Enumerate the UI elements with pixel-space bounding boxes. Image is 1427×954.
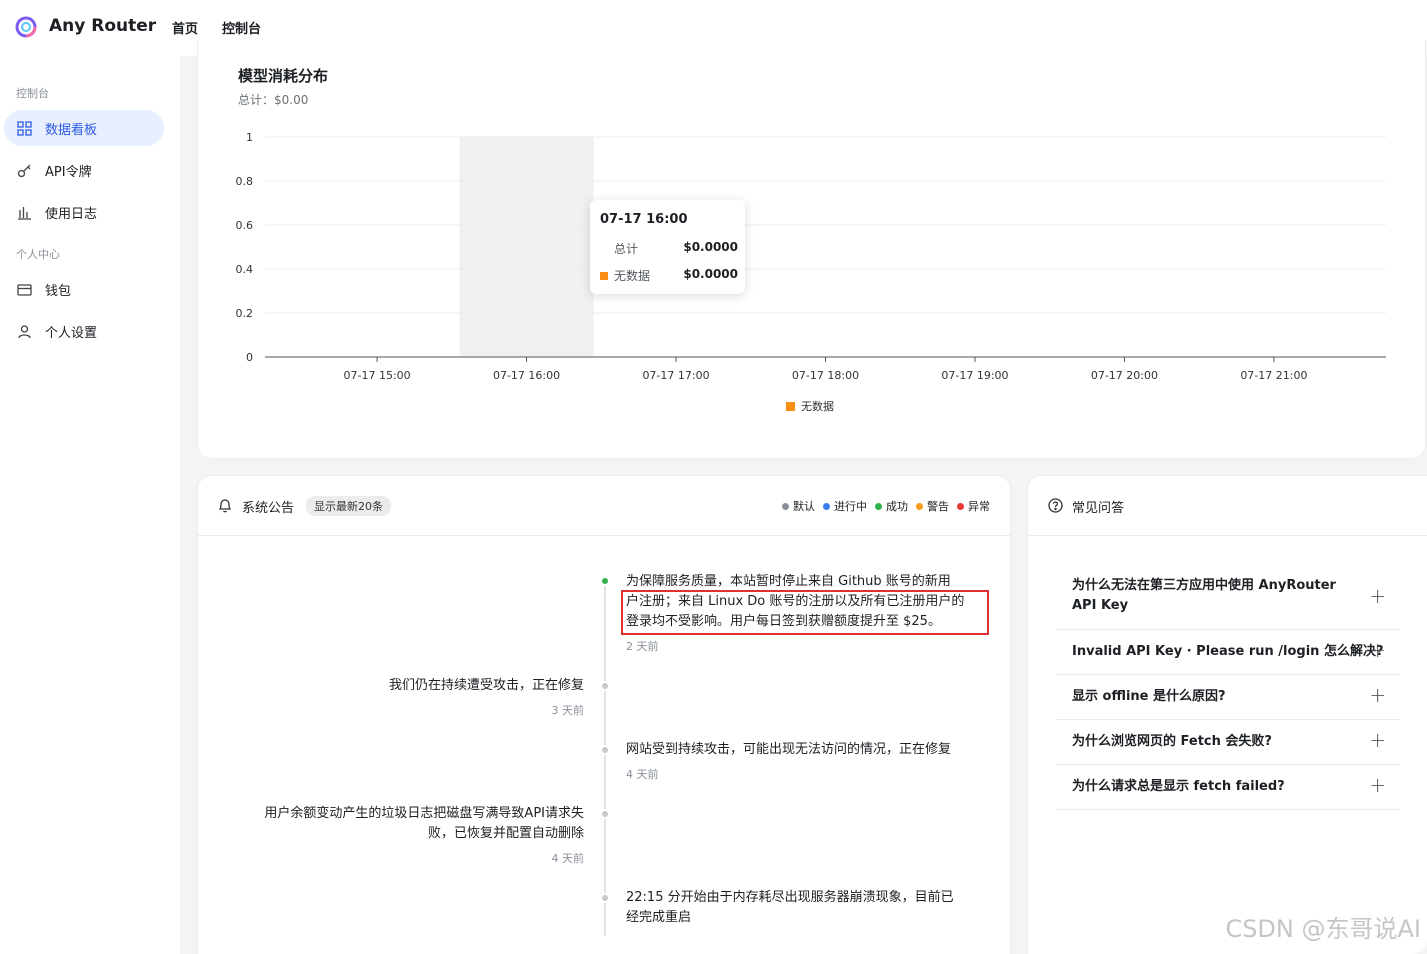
y-tick-label: 0.8 xyxy=(236,175,254,188)
y-tick-label: 0.4 xyxy=(236,263,254,276)
faq-question: 为什么浏览网页的 Fetch 会失败? xyxy=(1072,734,1272,749)
user-icon xyxy=(16,323,32,339)
legend-in-progress: 进行中 xyxy=(823,498,867,514)
brand-name[interactable]: Any Router xyxy=(49,16,156,36)
x-tick-label: 07-17 16:00 xyxy=(493,369,560,382)
legend-error: 异常 xyxy=(957,498,990,514)
announcement-item: 用户余额变动产生的垃圾日志把磁盘写满导致API请求失 败，已恢复并配置自动删除 xyxy=(264,806,584,841)
timeline-axis xyxy=(604,584,606,936)
announcements-title: 系统公告 xyxy=(242,501,295,516)
tooltip-row-nodata: 无数据 $0.0000 xyxy=(600,267,738,284)
sidebar-item-wallet[interactable]: 钱包 xyxy=(4,271,164,307)
chart-tooltip: 07-17 16:00 总计 $0.0000 无数据 $0.0000 xyxy=(590,200,745,294)
sidebar-item-dashboard[interactable]: 数据看板 xyxy=(4,110,164,146)
grid-icon xyxy=(16,120,32,136)
faq-question: Invalid API Key · Please run /login 怎么解决… xyxy=(1072,644,1384,659)
x-tick-label: 07-17 15:00 xyxy=(344,369,411,382)
announcement-time: 3 天前 xyxy=(551,704,585,717)
timeline-dot-default xyxy=(600,893,610,903)
legend-swatch xyxy=(786,402,795,411)
y-tick-label: 0 xyxy=(246,351,253,364)
sidebar-item-label: 数据看板 xyxy=(45,122,98,138)
watermark: CSDN @东哥说AI xyxy=(1225,915,1421,943)
faq-title: 常见问答 xyxy=(1072,501,1125,516)
highlight-box xyxy=(621,590,989,635)
x-tick-label: 07-17 19:00 xyxy=(941,369,1008,382)
logo-icon xyxy=(15,16,37,38)
y-tick-label: 0.6 xyxy=(236,219,254,232)
y-tick-label: 0.2 xyxy=(236,307,254,320)
announcement-time: 4 天前 xyxy=(626,768,659,781)
nav-home[interactable]: 首页 xyxy=(172,18,198,37)
sidebar-item-label: API令牌 xyxy=(45,164,92,180)
top-nav: 首页 控制台 xyxy=(172,18,261,37)
faq-item[interactable]: 为什么无法在第三方应用中使用 AnyRouter API Key + xyxy=(1056,560,1400,630)
announcement-status-legend: 默认 进行中 成功 警告 异常 xyxy=(782,498,990,514)
x-tick-label: 07-17 18:00 xyxy=(792,369,859,382)
x-tick-label: 07-17 17:00 xyxy=(642,369,709,382)
announcement-time: 4 天前 xyxy=(551,852,585,865)
faq-question: 显示 offline 是什么原因? xyxy=(1072,689,1226,704)
announcements-header: 系统公告 显示最新20条 默认 进行中 成功 警告 异常 xyxy=(198,476,1010,536)
x-tick-label: 07-17 21:00 xyxy=(1240,369,1307,382)
key-icon xyxy=(16,162,32,178)
tooltip-title: 07-17 16:00 xyxy=(600,212,688,227)
faq-item[interactable]: Invalid API Key · Please run /login 怎么解决… xyxy=(1056,630,1400,675)
legend-default: 默认 xyxy=(782,498,815,514)
legend-warning: 警告 xyxy=(916,498,949,514)
timeline-dot-success xyxy=(600,576,610,586)
announcement-time: 2 天前 xyxy=(626,640,659,653)
sidebar-item-usage-log[interactable]: 使用日志 xyxy=(4,194,164,230)
faq-item[interactable]: 为什么请求总是显示 fetch failed? + xyxy=(1056,765,1400,810)
expand-plus-icon[interactable]: + xyxy=(1369,638,1386,662)
faq-question: 为什么请求总是显示 fetch failed? xyxy=(1072,779,1285,794)
model-usage-chart-card: 模型消耗分布 总计：$0.00 0 0.2 0.4 0.6 0.8 1 07-17 15:0… xyxy=(197,40,1426,459)
sidebar-item-api-token[interactable]: API令牌 xyxy=(4,152,164,188)
faq-item[interactable]: 显示 offline 是什么原因? + xyxy=(1056,675,1400,720)
faq-question: 为什么无法在第三方应用中使用 AnyRouter API Key xyxy=(1072,578,1336,613)
announcement-item: 22:15 分开始由于内存耗尽出现服务器崩溃现象，目前已 经完成重启 xyxy=(626,890,954,925)
hover-band xyxy=(459,137,594,357)
faq-item[interactable]: 为什么浏览网页的 Fetch 会失败? + xyxy=(1056,720,1400,765)
timeline-dot-default xyxy=(600,745,610,755)
faq-card: 常见问答 为什么无法在第三方应用中使用 AnyRouter API Key + … xyxy=(1027,475,1427,954)
expand-plus-icon[interactable]: + xyxy=(1369,728,1386,752)
expand-plus-icon[interactable]: + xyxy=(1369,773,1386,797)
announcements-card: 系统公告 显示最新20条 默认 进行中 成功 警告 异常 为保障服务质量，本站暂… xyxy=(197,475,1011,954)
announcement-item: 网站受到持续攻击，可能出现无法访问的情况，正在修复 xyxy=(626,742,952,757)
legend-label: 无数据 xyxy=(801,399,834,413)
expand-plus-icon[interactable]: + xyxy=(1369,584,1386,608)
sidebar-item-label: 使用日志 xyxy=(45,206,98,222)
nav-console[interactable]: 控制台 xyxy=(222,18,261,37)
sidebar-item-label: 钱包 xyxy=(45,283,72,299)
sidebar-item-label: 个人设置 xyxy=(45,325,98,341)
legend-success: 成功 xyxy=(875,498,908,514)
sidebar-section-personal: 个人中心 xyxy=(16,248,60,261)
announcement-item: 我们仍在持续遭受攻击，正在修复 xyxy=(388,678,584,693)
sidebar: 控制台 数据看板 API令牌 使用日志 个人中心 钱包 个人设置 xyxy=(0,56,180,954)
bell-icon xyxy=(218,499,232,513)
series-color-swatch xyxy=(600,272,608,280)
tooltip-row-total: 总计 $0.0000 xyxy=(614,240,738,256)
faq-header: 常见问答 xyxy=(1028,476,1427,536)
chart-plot[interactable]: 00.20.40.60.8107-17 15:00 07-17 16:00 07-1… xyxy=(198,40,1427,459)
timeline-dot-default xyxy=(600,809,610,819)
x-tick-label: 07-17 20:00 xyxy=(1091,369,1158,382)
y-tick-label: 1 xyxy=(246,131,253,144)
sidebar-item-settings[interactable]: 个人设置 xyxy=(4,313,164,349)
wallet-icon xyxy=(16,281,32,297)
sidebar-section-console: 控制台 xyxy=(16,87,49,100)
bar-chart-icon xyxy=(16,204,32,220)
question-circle-icon xyxy=(1048,498,1063,513)
announcements-count-badge: 显示最新20条 xyxy=(306,496,391,516)
expand-plus-icon[interactable]: + xyxy=(1369,683,1386,707)
timeline-dot-default xyxy=(600,681,610,691)
